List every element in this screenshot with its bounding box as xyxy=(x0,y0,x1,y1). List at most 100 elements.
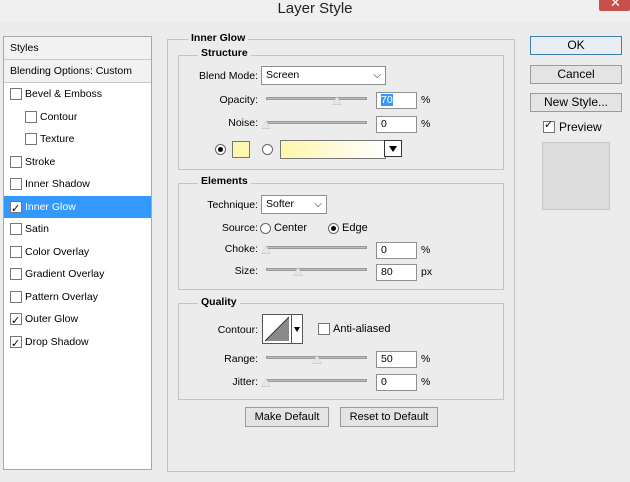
style-item-inner-shadow[interactable]: Inner Shadow xyxy=(4,173,151,195)
style-checkbox[interactable] xyxy=(10,88,22,100)
choke-slider-thumb[interactable] xyxy=(261,245,271,254)
style-item-label: Pattern Overlay xyxy=(25,290,98,303)
source-edge-radio[interactable] xyxy=(328,223,339,234)
style-checkbox[interactable] xyxy=(10,178,22,190)
structure-title: Structure xyxy=(198,47,251,59)
style-checkbox[interactable] xyxy=(25,110,37,123)
source-edge-label[interactable]: Edge xyxy=(342,222,368,234)
chevron-down-icon: ⌵ xyxy=(314,199,322,210)
style-item-label: Bevel & Emboss xyxy=(25,88,103,100)
jitter-slider-thumb[interactable] xyxy=(261,378,271,387)
opacity-field[interactable]: 70 xyxy=(376,92,417,109)
noise-slider-thumb[interactable] xyxy=(261,120,271,129)
noise-field[interactable]: 0 xyxy=(376,116,417,133)
elements-title: Elements xyxy=(198,175,251,187)
style-item-drop-shadow[interactable]: Drop Shadow xyxy=(4,331,151,355)
style-checkbox[interactable] xyxy=(25,133,37,145)
style-item-gradient-overlay[interactable]: Gradient Overlay xyxy=(4,263,151,285)
style-item-label: Outer Glow xyxy=(25,313,79,325)
reset-to-default-button[interactable]: Reset to Default xyxy=(340,407,438,427)
solid-color-radio[interactable] xyxy=(215,144,226,155)
noise-slider-track[interactable] xyxy=(266,121,367,124)
noise-unit: % xyxy=(421,118,431,130)
range-field[interactable]: 50 xyxy=(376,351,417,368)
technique-select[interactable]: Softer ⌵ xyxy=(261,195,327,214)
new-style-button[interactable]: New Style... xyxy=(530,93,622,112)
noise-label: Noise: xyxy=(228,117,258,129)
styles-list: Styles Blending Options: Custom Bevel & … xyxy=(3,36,152,470)
source-label: Source: xyxy=(221,222,258,234)
blend-mode-label: Blend Mode: xyxy=(199,70,258,82)
glow-color-swatch[interactable] xyxy=(232,141,250,158)
style-item-bevel-emboss[interactable]: Bevel & Emboss xyxy=(4,83,151,105)
panel-title: Inner Glow xyxy=(188,32,249,44)
style-item-label: Inner Glow xyxy=(25,200,76,213)
styles-header[interactable]: Styles xyxy=(4,37,151,60)
style-checkbox[interactable] xyxy=(10,245,22,258)
style-item-satin[interactable]: Satin xyxy=(4,218,151,240)
ok-button[interactable]: OK xyxy=(530,36,622,55)
style-item-inner-glow[interactable]: Inner Glow xyxy=(4,195,151,220)
style-item-label: Contour xyxy=(40,110,78,123)
style-item-texture[interactable]: Texture xyxy=(4,128,151,150)
style-checkbox[interactable] xyxy=(10,223,22,235)
style-checkbox[interactable] xyxy=(10,310,22,332)
style-checkbox[interactable] xyxy=(10,198,22,220)
style-checkbox[interactable] xyxy=(10,333,22,355)
make-default-button[interactable]: Make Default xyxy=(245,407,329,427)
size-field[interactable]: 80 xyxy=(376,264,417,281)
preview-label[interactable]: Preview xyxy=(559,120,602,134)
jitter-field[interactable]: 0 xyxy=(376,374,417,391)
quality-title: Quality xyxy=(198,296,240,308)
preview-thumbnail xyxy=(542,142,610,210)
style-item-label: Stroke xyxy=(25,155,56,168)
source-center-label[interactable]: Center xyxy=(274,222,307,234)
jitter-label: Jitter: xyxy=(232,376,258,388)
style-item-contour[interactable]: Contour xyxy=(4,106,151,128)
style-item-label: Color Overlay xyxy=(25,245,90,258)
technique-label: Technique: xyxy=(207,199,258,211)
style-checkbox[interactable] xyxy=(10,290,22,303)
choke-field[interactable]: 0 xyxy=(376,242,417,259)
style-item-label: Drop Shadow xyxy=(25,335,89,348)
triangle-down-icon xyxy=(389,146,397,152)
style-item-label: Texture xyxy=(40,133,75,145)
cancel-button[interactable]: Cancel xyxy=(530,65,622,84)
gradient-radio[interactable] xyxy=(262,144,273,155)
blending-options-item[interactable]: Blending Options: Custom xyxy=(4,60,151,83)
gradient-dropdown-button[interactable] xyxy=(384,140,402,157)
close-icon: ✕ xyxy=(610,0,621,10)
contour-dropdown-button[interactable] xyxy=(292,314,303,344)
opacity-label: Opacity: xyxy=(219,94,258,106)
style-item-color-overlay[interactable]: Color Overlay xyxy=(4,241,151,263)
window-title: Layer Style xyxy=(277,0,353,17)
size-unit: px xyxy=(421,266,433,278)
style-item-pattern-overlay[interactable]: Pattern Overlay xyxy=(4,286,151,308)
size-label: Size: xyxy=(234,265,258,277)
jitter-slider-track[interactable] xyxy=(266,379,367,382)
choke-slider-track[interactable] xyxy=(266,246,367,249)
style-item-label: Inner Shadow xyxy=(25,178,90,190)
close-button[interactable]: ✕ xyxy=(599,0,630,11)
style-checkbox[interactable] xyxy=(10,155,22,168)
source-center-radio[interactable] xyxy=(260,223,271,234)
gradient-picker[interactable] xyxy=(280,140,386,159)
range-slider-thumb[interactable] xyxy=(311,355,322,364)
blend-mode-select[interactable]: Screen ⌵ xyxy=(261,66,386,85)
anti-aliased-checkbox[interactable] xyxy=(318,323,330,335)
preview-checkbox[interactable] xyxy=(543,118,555,133)
size-slider-track[interactable] xyxy=(266,268,367,271)
range-label: Range: xyxy=(224,353,258,365)
style-item-stroke[interactable]: Stroke xyxy=(4,151,151,173)
opacity-slider-track[interactable] xyxy=(266,97,367,100)
style-checkbox[interactable] xyxy=(10,268,22,280)
range-unit: % xyxy=(421,353,431,365)
opacity-slider-thumb[interactable] xyxy=(331,96,342,105)
choke-unit: % xyxy=(421,244,431,256)
chevron-down-icon: ⌵ xyxy=(373,70,381,81)
anti-aliased-label[interactable]: Anti-aliased xyxy=(333,323,390,335)
contour-preview[interactable] xyxy=(262,314,292,344)
style-item-outer-glow[interactable]: Outer Glow xyxy=(4,308,151,332)
contour-label: Contour: xyxy=(217,324,258,336)
size-slider-thumb[interactable] xyxy=(293,267,304,276)
